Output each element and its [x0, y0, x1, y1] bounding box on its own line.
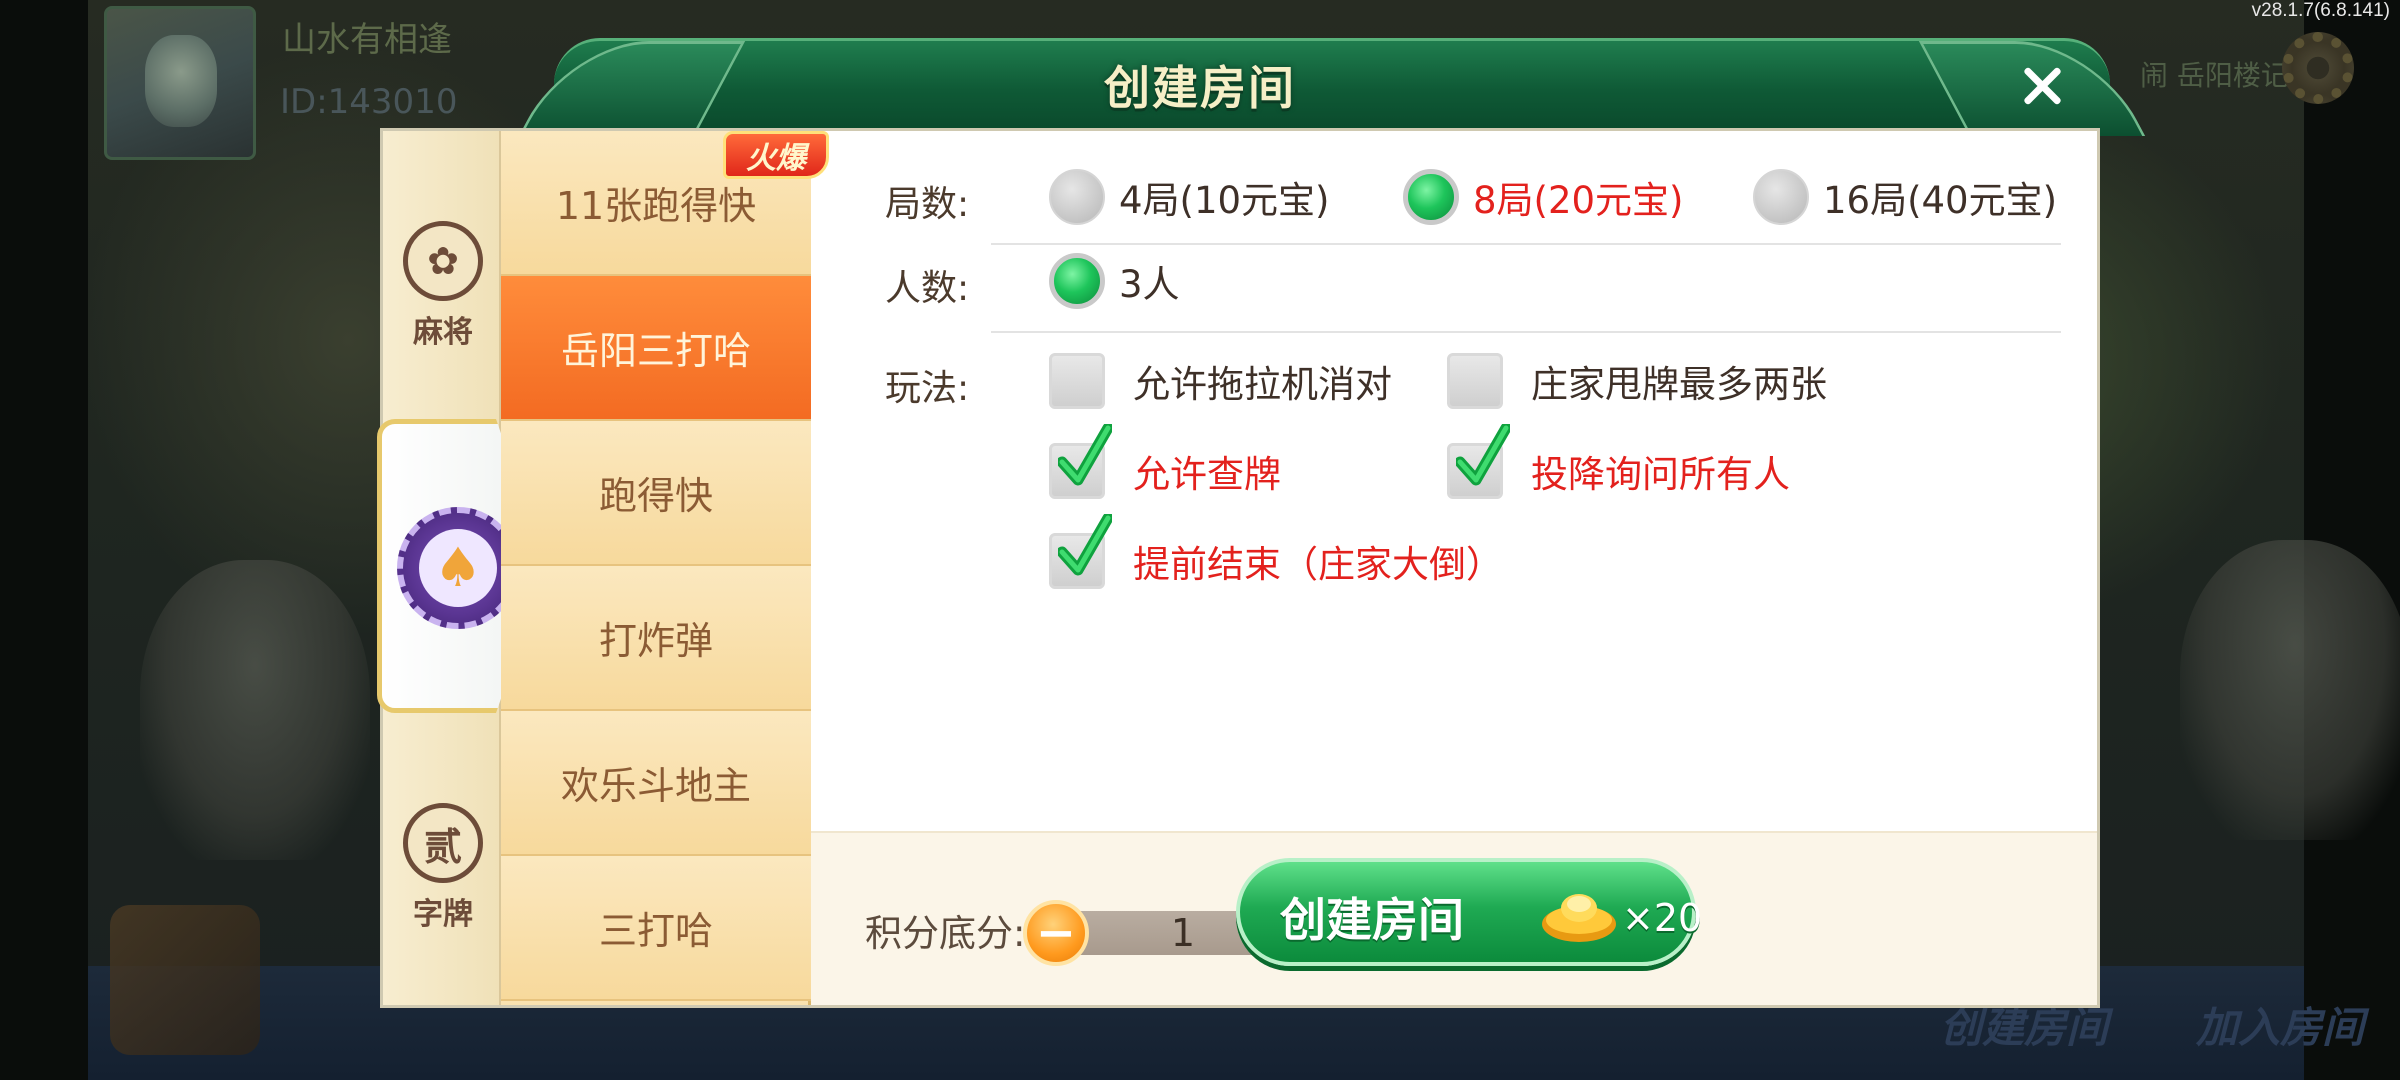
- radio-selected-icon: [1049, 253, 1105, 309]
- game-item-yueyang-sandaha[interactable]: 岳阳三打哈: [501, 276, 811, 421]
- rule-tractor-cancel-label: 允许拖拉机消对: [1133, 363, 1392, 406]
- players-option-3-label: 3人: [1119, 263, 1180, 306]
- score-label: 积分底分:: [865, 912, 1026, 955]
- rule-surrender-ask-all[interactable]: 投降询问所有人: [1447, 424, 1790, 499]
- game-item-doudizhu[interactable]: 欢乐斗地主: [501, 711, 811, 856]
- lion-statue-left: [140, 560, 370, 860]
- game-list: 11张跑得快 岳阳三打哈 跑得快 打炸弹 欢乐斗地主 三打哈: [501, 131, 811, 1005]
- create-room-dialog: ✿ 麻将 ♠ 贰 字牌 11张跑得快 岳阳三打哈 跑得快 打炸弹 欢乐斗地主 三…: [377, 128, 2100, 1008]
- checkbox-icon: [1049, 353, 1105, 409]
- rounds-option-8-label: 8局(20元宝): [1473, 179, 1684, 222]
- close-icon[interactable]: [2015, 58, 2071, 114]
- rule-allow-check-cards[interactable]: 允许查牌: [1049, 424, 1281, 499]
- players-label: 人数:: [885, 268, 970, 309]
- divider: [991, 243, 2061, 245]
- rule-surrender-ask-all-label: 投降询问所有人: [1531, 453, 1790, 496]
- game-item-dazhadan[interactable]: 打炸弹: [501, 566, 811, 711]
- rule-early-finish-label: 提前结束（庄家大倒）: [1133, 543, 1503, 586]
- rule-early-finish[interactable]: 提前结束（庄家大倒）: [1049, 514, 1503, 589]
- category-zipai[interactable]: 贰 字牌: [403, 803, 483, 933]
- rules-label: 玩法:: [885, 368, 970, 409]
- radio-icon: [1753, 169, 1809, 225]
- rule-dealer-throw-limit-label: 庄家甩牌最多两张: [1531, 363, 1827, 406]
- checkbox-checked-icon: [1049, 424, 1112, 499]
- category-mahjong-label: 麻将: [413, 315, 473, 350]
- lion-statue-right: [2180, 540, 2400, 840]
- category-zipai-label: 字牌: [413, 897, 473, 932]
- radio-icon: [1049, 169, 1105, 225]
- category-mahjong[interactable]: ✿ 麻将: [403, 221, 483, 351]
- checkbox-icon: [1447, 353, 1503, 409]
- zipai-er-icon: 贰: [403, 803, 483, 883]
- gold-ingot-icon: [1542, 894, 1616, 942]
- spade-icon: ♠: [419, 529, 497, 607]
- divider: [991, 331, 2061, 333]
- rounds-option-4-label: 4局(10元宝): [1119, 179, 1330, 222]
- rounds-option-16-label: 16局(40元宝): [1823, 179, 2058, 222]
- game-item-sandaha[interactable]: 三打哈: [501, 856, 811, 1001]
- rounds-option-16[interactable]: 16局(40元宝): [1753, 169, 2057, 225]
- checkbox-checked-icon: [1447, 424, 1510, 499]
- rounds-option-8[interactable]: 8局(20元宝): [1403, 169, 1684, 225]
- checkmark-icon: [1456, 424, 1510, 486]
- score-minus-button[interactable]: −: [1023, 900, 1089, 966]
- radio-selected-icon: [1403, 169, 1459, 225]
- version-label: v28.1.7(6.8.141): [2251, 0, 2390, 21]
- rounds-option-4[interactable]: 4局(10元宝): [1049, 169, 1330, 225]
- rule-tractor-cancel[interactable]: 允许拖拉机消对: [1049, 353, 1392, 409]
- rounds-label: 局数:: [885, 184, 970, 225]
- checkmark-icon: [1058, 514, 1112, 576]
- checkmark-icon: [1058, 424, 1112, 486]
- checkbox-checked-icon: [1049, 514, 1112, 589]
- mahjong-flower-icon: ✿: [403, 221, 483, 301]
- shop-cart-icon[interactable]: [110, 905, 260, 1055]
- game-item-paodekuai[interactable]: 跑得快: [501, 421, 811, 566]
- bg-join-room-button[interactable]: 加入房间: [2196, 994, 2364, 1055]
- rule-dealer-throw-limit[interactable]: 庄家甩牌最多两张: [1447, 353, 1827, 409]
- create-room-button[interactable]: 创建房间 ×20: [1236, 858, 1702, 966]
- create-room-label: 创建房间: [1280, 893, 1464, 947]
- rule-allow-check-cards-label: 允许查牌: [1133, 453, 1281, 496]
- create-room-cost: ×20: [1622, 896, 1703, 940]
- players-option-3[interactable]: 3人: [1049, 253, 1180, 309]
- hot-badge: 火爆: [723, 131, 829, 179]
